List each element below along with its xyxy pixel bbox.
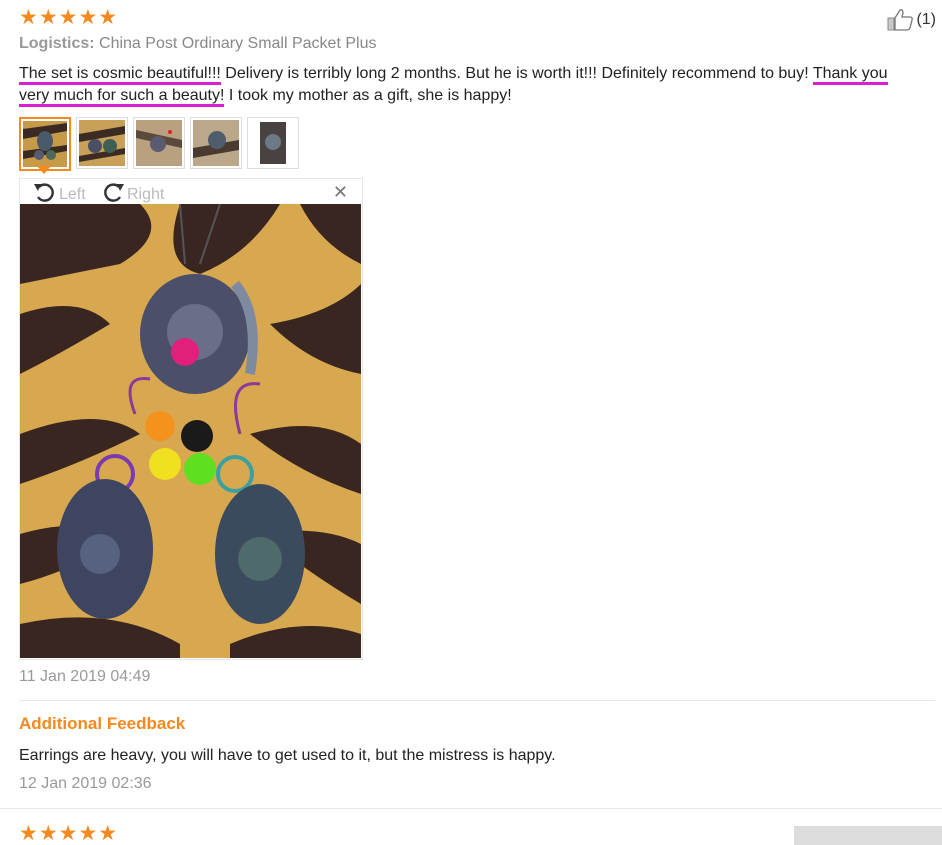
photo-thumbnail[interactable] [19,117,71,171]
helpful-button[interactable]: (1) [886,8,936,32]
photo-thumbnails [19,117,299,171]
review-text: The set is cosmic beautiful!!! Delivery … [19,63,924,107]
close-icon[interactable]: ✕ [333,182,348,203]
photo-thumbnail[interactable] [247,117,299,169]
additional-feedback-text: Earrings are heavy, you will have to get… [19,747,556,764]
logistics-value: China Post Ordinary Small Packet Plus [99,35,377,52]
additional-feedback-title: Additional Feedback [19,714,186,733]
logistics-info: Logistics: China Post Ordinary Small Pac… [19,35,376,53]
photo-thumbnail[interactable] [76,117,128,169]
review-photo [20,204,361,658]
next-review-block [794,826,942,845]
helpful-count: (1) [916,11,936,28]
divider [0,808,942,809]
divider [19,700,935,701]
rating-stars: ★★★★★ [19,822,119,845]
rating-stars: ★★★★★ [19,6,119,29]
review-text-highlight-1: The set is cosmic beautiful!!! [19,65,221,85]
review-text-highlight-3: very much for such a beauty! [19,87,225,107]
viewer-toolbar: Left Right ✕ [20,179,362,204]
rotate-right-label: Right [127,185,165,203]
review-text-segment-5: I took my mother as a gift, she is happy… [224,87,512,104]
review-text-segment-2: Delivery is terribly long 2 months. But … [220,65,813,82]
review-text-highlight-2: Thank you [812,65,888,85]
photo-thumbnail[interactable] [133,117,185,169]
thumbs-up-icon [886,8,914,32]
rotate-left-label: Left [59,185,86,203]
photo-thumbnail[interactable] [190,117,242,169]
logistics-label: Logistics: [19,35,95,52]
active-thumbnail-caret [37,166,51,174]
additional-feedback-date: 12 Jan 2019 02:36 [19,775,152,792]
review-date: 11 Jan 2019 04:49 [19,668,151,685]
photo-viewer: Left Right ✕ [19,178,363,660]
